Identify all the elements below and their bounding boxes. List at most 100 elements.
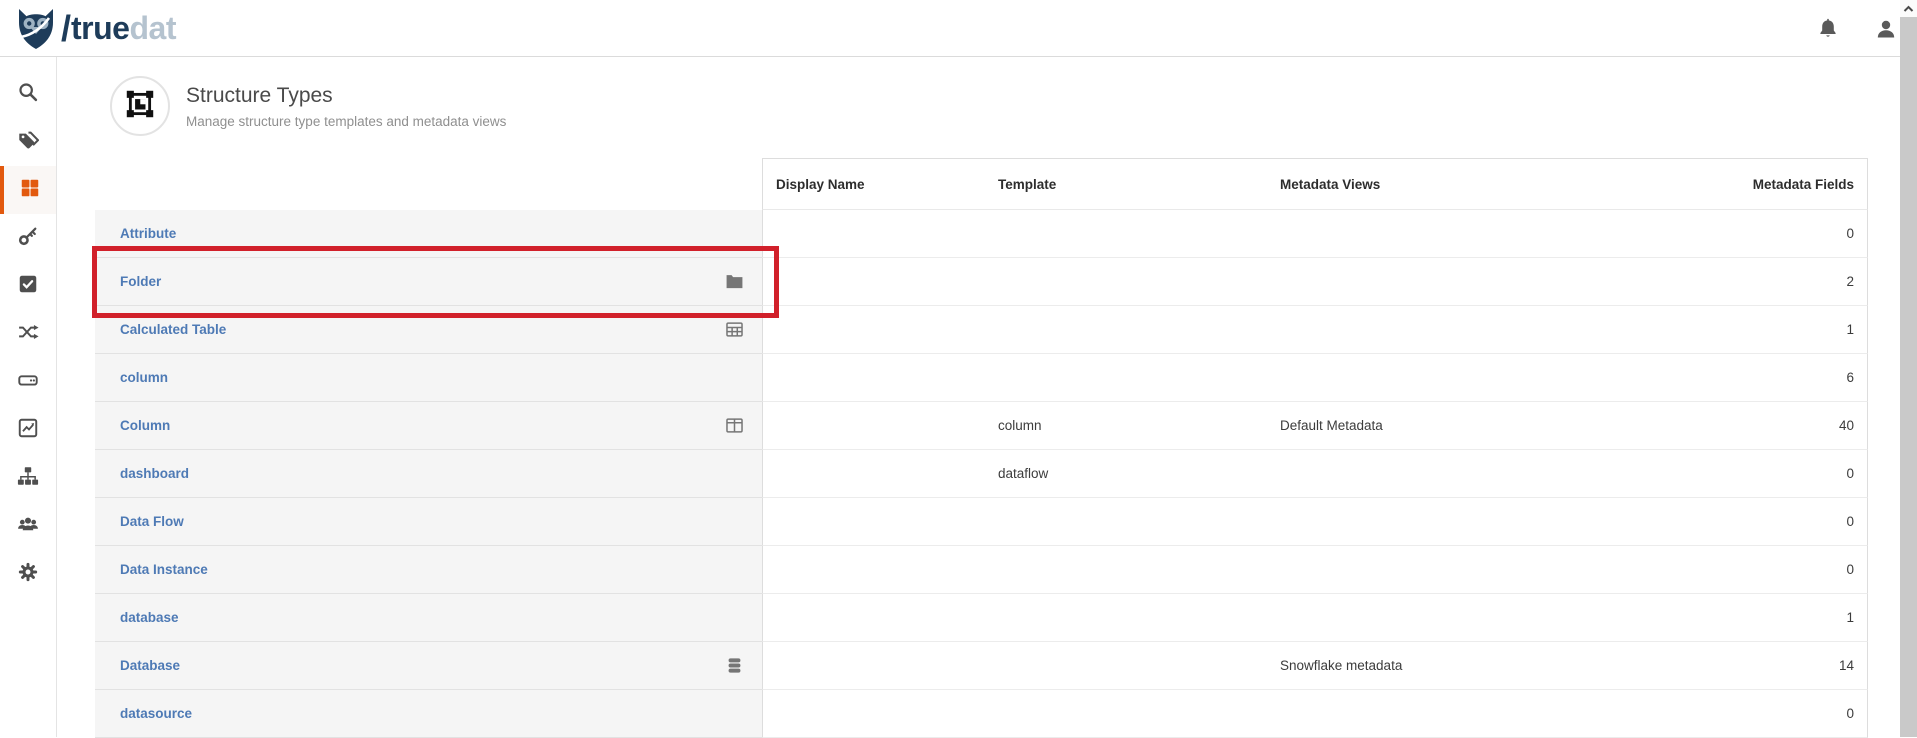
table-row: datasource	[95, 690, 1868, 738]
table-row: database	[95, 594, 1868, 642]
structure-type-link[interactable]: Data Flow	[120, 514, 184, 529]
structure-type-link[interactable]: Column	[120, 418, 170, 433]
structure-types-icon	[123, 87, 157, 126]
table-row: Calculated Table	[95, 306, 1868, 354]
sitemap-icon	[17, 465, 39, 492]
structure-type-link[interactable]: column	[120, 370, 168, 385]
cell-metadata-fields: 40	[1577, 418, 1867, 433]
table-row: Database	[95, 642, 1868, 690]
hard-drive-icon	[17, 369, 39, 396]
table-row-data: 1	[762, 594, 1868, 642]
key-icon	[17, 225, 39, 252]
table-row: Attribute	[95, 210, 1868, 258]
table-row: dashboard	[95, 450, 1868, 498]
cell-metadata-fields: 1	[1577, 322, 1867, 337]
structure-type-name-cell[interactable]: Attribute	[95, 210, 762, 258]
table-row-data: 0	[762, 690, 1868, 738]
sidebar-item-permissions[interactable]	[0, 214, 56, 262]
cell-metadata-views: Default Metadata	[1280, 418, 1577, 433]
sidebar-item-lineage[interactable]	[0, 310, 56, 358]
table-row-data: 1	[762, 306, 1868, 354]
page-title: Structure Types	[186, 84, 333, 108]
structure-type-link[interactable]: Data Instance	[120, 562, 208, 577]
chevron-up-icon	[1903, 0, 1914, 18]
owl-icon	[14, 6, 58, 52]
cell-metadata-fields: 1	[1577, 610, 1867, 625]
table-row: Folder	[95, 258, 1868, 306]
page-icon-circle	[110, 76, 170, 136]
sidebar-item-quality[interactable]	[0, 262, 56, 310]
table-header-row: Display Name Template Metadata Views Met…	[95, 158, 1868, 210]
sidebar-item-tags[interactable]	[0, 118, 56, 166]
structure-type-link[interactable]: dashboard	[120, 466, 189, 481]
structure-type-name-cell[interactable]: dashboard	[95, 450, 762, 498]
structure-type-name-cell[interactable]: Data Instance	[95, 546, 762, 594]
cell-metadata-fields: 0	[1577, 466, 1867, 481]
table-header-spacer	[95, 158, 762, 210]
scrollbar-thumb[interactable]	[1900, 17, 1917, 737]
table-row-data: 6	[762, 354, 1868, 402]
structure-type-link[interactable]: Folder	[120, 274, 161, 289]
sidebar-item-systems[interactable]	[0, 358, 56, 406]
tags-icon	[17, 129, 39, 156]
structure-type-name-cell[interactable]: Database	[95, 642, 762, 690]
table-icon	[725, 320, 744, 339]
sidebar-item-dashboards[interactable]	[0, 406, 56, 454]
table-row-data: column Default Metadata 40	[762, 402, 1868, 450]
sidebar-item-search[interactable]	[0, 70, 56, 118]
structure-type-name-cell[interactable]: Column	[95, 402, 762, 450]
column-header-display-name: Display Name	[763, 177, 998, 192]
shuffle-icon	[17, 321, 39, 348]
table-row-data: 0	[762, 210, 1868, 258]
sidebar-item-structure-types[interactable]	[0, 166, 56, 214]
truedat-logo[interactable]: /truedat	[14, 0, 176, 57]
user-icon[interactable]	[1874, 17, 1898, 41]
top-bar: /truedat	[0, 0, 1917, 57]
sidebar-item-configuration[interactable]	[0, 550, 56, 598]
structure-type-name-cell[interactable]: column	[95, 354, 762, 402]
table-row-data: dataflow 0	[762, 450, 1868, 498]
structure-type-name-cell[interactable]: Folder	[95, 258, 762, 306]
cell-metadata-fields: 0	[1577, 706, 1867, 721]
structure-type-name-cell[interactable]: Calculated Table	[95, 306, 762, 354]
cell-metadata-fields: 0	[1577, 562, 1867, 577]
database-icon	[725, 656, 744, 675]
search-icon	[17, 81, 39, 108]
columns-icon	[725, 416, 744, 435]
cell-metadata-fields: 0	[1577, 226, 1867, 241]
page-subtitle: Manage structure type templates and meta…	[186, 114, 506, 129]
gear-icon	[17, 561, 39, 588]
column-header-metadata-views: Metadata Views	[1280, 177, 1577, 192]
brand-name-primary: true	[71, 10, 129, 47]
bell-icon[interactable]	[1816, 17, 1840, 41]
structure-type-link[interactable]: database	[120, 610, 179, 625]
structure-type-name-cell[interactable]: database	[95, 594, 762, 642]
structure-type-link[interactable]: Database	[120, 658, 180, 673]
cell-template: column	[998, 418, 1280, 433]
table-row: column	[95, 354, 1868, 402]
sidebar-item-users[interactable]	[0, 502, 56, 550]
chart-line-icon	[17, 417, 39, 444]
grid-icon	[19, 177, 41, 204]
cell-metadata-fields: 2	[1577, 274, 1867, 289]
check-square-icon	[17, 273, 39, 300]
structure-type-link[interactable]: datasource	[120, 706, 192, 721]
table-row: Data Flow	[95, 498, 1868, 546]
table-row-data: 2	[762, 258, 1868, 306]
structure-type-name-cell[interactable]: Data Flow	[95, 498, 762, 546]
scroll-up-button[interactable]	[1900, 0, 1917, 17]
vertical-scrollbar[interactable]	[1900, 0, 1917, 737]
users-icon	[17, 513, 39, 540]
sidebar	[0, 57, 57, 737]
structure-type-link[interactable]: Calculated Table	[120, 322, 226, 337]
table-row-data: 0	[762, 498, 1868, 546]
sidebar-item-taxonomy[interactable]	[0, 454, 56, 502]
table-row-data: 0	[762, 546, 1868, 594]
cell-metadata-fields: 14	[1577, 658, 1867, 673]
table-row: Data Instance	[95, 546, 1868, 594]
table-row: Column	[95, 402, 1868, 450]
column-header-template: Template	[998, 177, 1280, 192]
structure-type-link[interactable]: Attribute	[120, 226, 176, 241]
structure-type-name-cell[interactable]: datasource	[95, 690, 762, 738]
cell-template: dataflow	[998, 466, 1280, 481]
